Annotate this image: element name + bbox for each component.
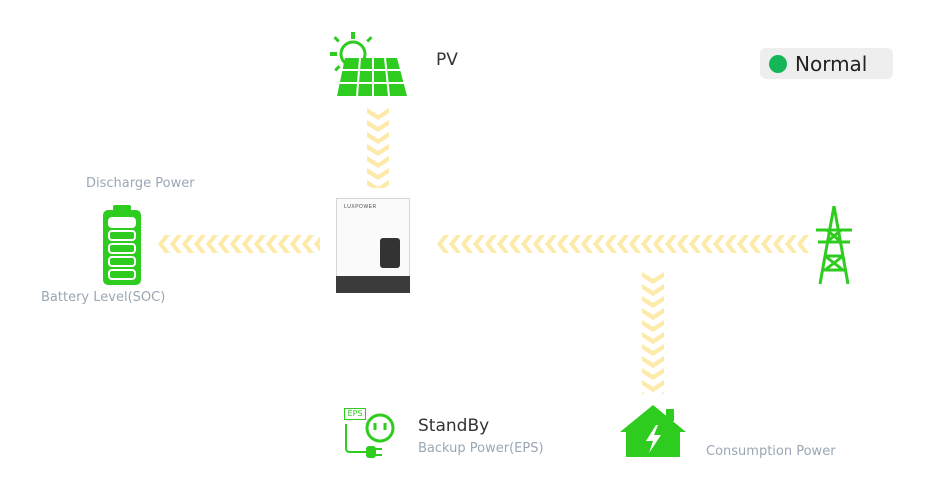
status-badge: Normal	[760, 48, 893, 79]
house-lightning-icon	[620, 405, 686, 457]
solar-panel-icon	[330, 32, 407, 97]
pv-flow-arrows	[367, 108, 389, 188]
eps-state-label: StandBy	[418, 416, 490, 436]
eps-plug-icon: EPS	[342, 408, 396, 460]
consumption-power-label: Consumption Power	[706, 444, 836, 459]
eps-label: Backup Power(EPS)	[418, 441, 544, 456]
pv-label: PV	[436, 50, 458, 70]
battery-flow-arrows	[158, 235, 320, 253]
inverter-icon: LUXPOWER	[336, 198, 410, 293]
power-tower-icon	[816, 206, 852, 285]
inverter-brand: LUXPOWER	[344, 204, 377, 210]
battery-level-label: Battery Level(SOC)	[41, 290, 166, 305]
status-label: Normal	[795, 51, 868, 76]
battery-icon	[103, 205, 141, 285]
grid-flow-arrows	[437, 235, 810, 253]
discharge-power-label: Discharge Power	[86, 176, 195, 191]
status-dot	[769, 54, 787, 73]
consumption-flow-arrows	[642, 272, 664, 394]
